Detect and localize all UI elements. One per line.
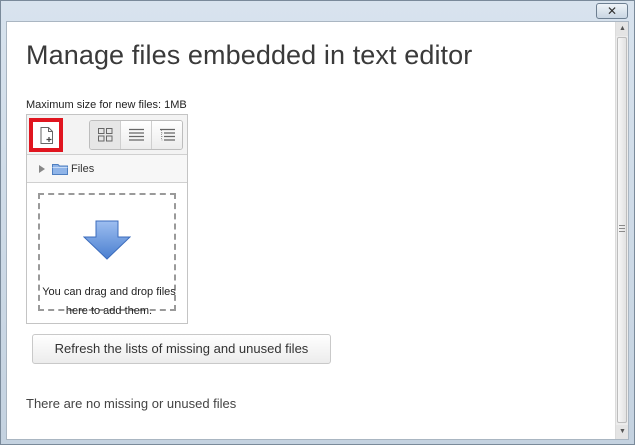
list-view-button[interactable] [121,121,152,149]
max-size-label: Maximum size for new files: 1MB [26,99,187,111]
content-area: Manage files embedded in text editor Max… [7,22,615,439]
page-title: Manage files embedded in text editor [26,40,473,70]
down-arrow-icon [83,220,131,260]
file-manager: Files You can drag and drop files here t… [26,114,188,324]
tree-view-button[interactable] [152,121,182,149]
folder-icon [52,164,68,175]
list-view-icon [129,128,144,141]
file-manager-toolbar [27,115,187,155]
close-icon: ✕ [606,4,618,18]
view-switcher [89,120,183,150]
scrollbar-thumb[interactable] [617,37,627,423]
path-folder-label[interactable]: Files [71,163,94,175]
add-file-button[interactable] [29,118,63,152]
dialog-window: ✕ Manage files embedded in text editor M… [0,0,635,445]
grid-view-icon [98,128,113,142]
refresh-lists-button[interactable]: Refresh the lists of missing and unused … [32,334,331,364]
close-button[interactable]: ✕ [596,3,628,19]
status-message: There are no missing or unused files [26,396,237,411]
expand-arrow-icon[interactable] [39,165,45,173]
dialog-content: Manage files embedded in text editor Max… [6,21,629,440]
vertical-scrollbar[interactable]: ▲ ▼ [615,22,628,439]
tree-view-icon [160,128,175,141]
title-bar: ✕ [1,1,634,21]
drop-zone-text: You can drag and drop files here to add … [42,286,176,317]
grid-view-button[interactable] [90,121,121,149]
folder-path-bar: Files [27,155,187,183]
grip-icon [619,225,625,234]
scroll-up-arrow-icon[interactable]: ▲ [616,22,628,36]
drop-zone[interactable]: You can drag and drop files here to add … [38,193,176,317]
add-file-icon [40,127,53,144]
scroll-down-arrow-icon[interactable]: ▼ [616,425,628,439]
